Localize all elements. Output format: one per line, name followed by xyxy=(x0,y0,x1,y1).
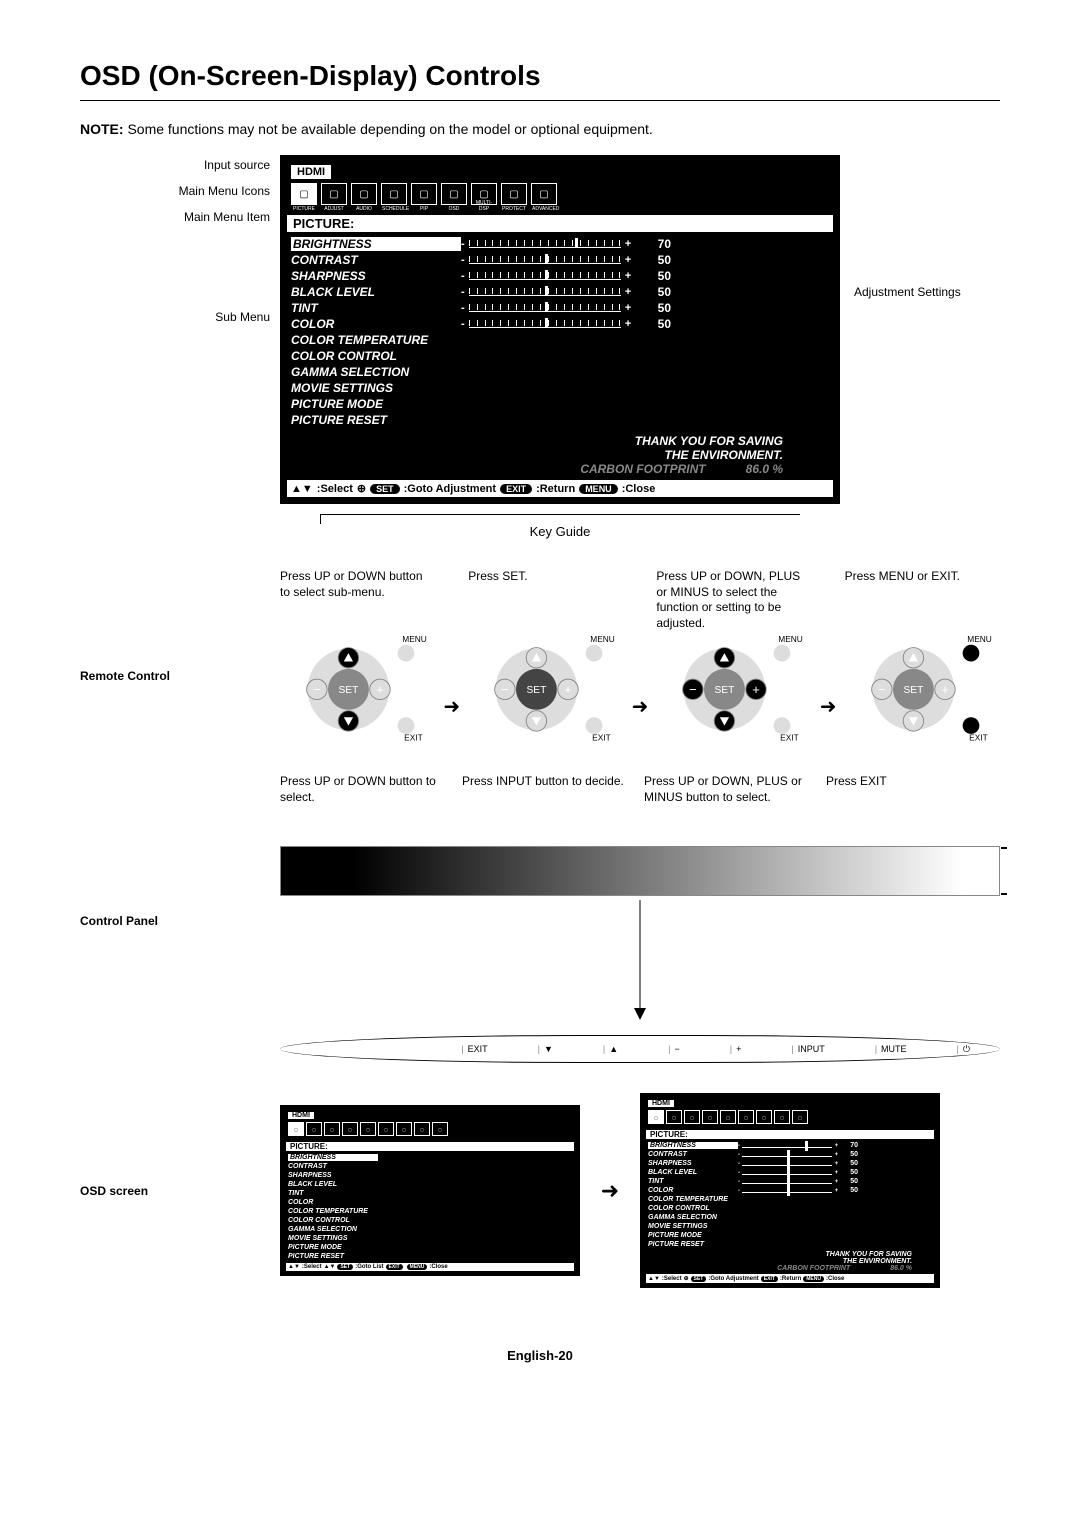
cp-gradient xyxy=(280,846,1000,896)
remote-step-3: Press UP or DOWN, PLUS or MINUS to selec… xyxy=(656,569,811,764)
osd-mini-right: HDMI▢▢▢▢▢▢▢▢▢PICTURE:BRIGHTNESS-+70CONTR… xyxy=(640,1093,940,1288)
svg-text:+: + xyxy=(376,682,384,697)
osd-mini-left: HDMI▢▢▢▢▢▢▢▢▢PICTURE:BRIGHTNESSCONTRASTS… xyxy=(280,1105,580,1276)
osd-menu-title: PICTURE: xyxy=(287,215,833,232)
osd-item-color: COLOR-+50 xyxy=(291,316,829,332)
remote-label: Remote Control xyxy=(80,569,280,683)
plusminus-icon: ⊕ xyxy=(357,482,366,495)
page-title: OSD (On-Screen-Display) Controls xyxy=(80,60,1000,92)
osd-item-color-temperature: COLOR TEMPERATURE xyxy=(291,332,829,348)
set-label: SET xyxy=(715,685,735,696)
page-number: English-20 xyxy=(80,1348,1000,1363)
svg-text:MENU: MENU xyxy=(590,634,615,644)
label-sub-menu: Sub Menu xyxy=(120,311,270,323)
osd-keyguide: ▲▼:Select ⊕SET:Goto Adjustment EXIT:Retu… xyxy=(287,480,833,497)
svg-text:EXIT: EXIT xyxy=(592,732,611,742)
arrow-icon: ➜ xyxy=(820,614,837,719)
set-label: SET xyxy=(339,685,359,696)
svg-text:MENU: MENU xyxy=(779,634,804,644)
osd-icon-schedule: ▢SCHEDULE xyxy=(381,183,407,205)
remote-step-1: Press UP or DOWN button to select sub-me… xyxy=(280,569,435,764)
osd-screen-main: HDMI ▢PICTURE▢ADJUST▢AUDIO▢SCHEDULE▢PIP▢… xyxy=(280,155,840,504)
osd-item-movie-settings: MOVIE SETTINGS xyxy=(291,380,829,396)
control-panel-row: Control Panel Press UP or DOWN button to… xyxy=(80,774,1000,1063)
cp-btn-+: + xyxy=(730,1044,742,1054)
remote-step-2: Press SET. MENU EXIT SET − + xyxy=(468,569,623,764)
cp-btn-exit: EXIT xyxy=(461,1044,487,1054)
osd-item-picture-reset: PICTURE RESET xyxy=(291,412,829,428)
svg-text:−: − xyxy=(313,682,321,697)
osd-icon-audio: ▢AUDIO xyxy=(351,183,377,205)
cp-panel-strip: EXIT ▼ ▲ − + INPUT MUTE ⏻ xyxy=(280,1035,1000,1063)
arrow-icon: ➜ xyxy=(580,1178,640,1204)
pill-exit: EXIT xyxy=(500,484,532,494)
osd-icon-row: ▢PICTURE▢ADJUST▢AUDIO▢SCHEDULE▢PIP▢OSD▢M… xyxy=(291,183,829,205)
osd-item-sharpness: SHARPNESS-+50 xyxy=(291,268,829,284)
osd-icon-protect: ▢PROTECT xyxy=(501,183,527,205)
svg-text:MENU: MENU xyxy=(967,634,992,644)
cp-btn-⏻: ⏻ xyxy=(957,1044,970,1055)
set-label: SET xyxy=(903,685,923,696)
svg-text:+: + xyxy=(941,682,949,697)
osd-submenu-list: BRIGHTNESS-+70CONTRAST-+50SHARPNESS-+50B… xyxy=(291,236,829,428)
arrow-icon: ➜ xyxy=(443,614,460,719)
svg-text:EXIT: EXIT xyxy=(781,732,800,742)
osd-mini-row: OSD screen HDMI▢▢▢▢▢▢▢▢▢PICTURE:BRIGHTNE… xyxy=(80,1093,1000,1288)
label-main-icons: Main Menu Icons xyxy=(120,185,270,197)
svg-text:−: − xyxy=(878,682,886,697)
main-osd-diagram: Input source Main Menu Icons Main Menu I… xyxy=(120,155,1000,504)
label-input-source: Input source xyxy=(120,159,270,171)
osd-icon-osd: ▢OSD xyxy=(441,183,467,205)
updown-icon: ▲▼ xyxy=(291,483,313,495)
svg-text:+: + xyxy=(753,682,761,697)
osd-icon-advanced: ▢ADVANCED xyxy=(531,183,557,205)
svg-text:+: + xyxy=(564,682,572,697)
cp-arrow-down xyxy=(280,900,1000,1025)
svg-text:−: − xyxy=(689,682,697,697)
remote-control-row: Remote Control Press UP or DOWN button t… xyxy=(80,569,1000,764)
osd-input-source: HDMI xyxy=(291,165,331,179)
remote-steps: Press UP or DOWN button to select sub-me… xyxy=(280,569,1000,764)
pill-set: SET xyxy=(370,484,400,494)
osd-item-black-level: BLACK LEVEL-+50 xyxy=(291,284,829,300)
svg-text:MENU: MENU xyxy=(402,634,427,644)
control-panel-label: Control Panel xyxy=(80,774,280,1063)
osd-screen-label: OSD screen xyxy=(80,1184,280,1198)
osd-icon-pip: ▢PIP xyxy=(411,183,437,205)
osd-item-picture-mode: PICTURE MODE xyxy=(291,396,829,412)
osd-icon-adjust: ▢ADJUST xyxy=(321,183,347,205)
cp-step-3: Press UP or DOWN, PLUS or MINUS button t… xyxy=(644,774,818,834)
cp-step-4: Press EXIT xyxy=(826,774,1000,834)
osd-environment-msg: THANK YOU FOR SAVING THE ENVIRONMENT. CA… xyxy=(291,434,829,476)
label-adj-settings: Adjustment Settings xyxy=(854,285,990,299)
cp-btn-▼: ▼ xyxy=(538,1044,553,1054)
pill-menu: MENU xyxy=(579,484,618,494)
cp-step-1: Press UP or DOWN button to select. xyxy=(280,774,454,834)
cp-btn-▲: ▲ xyxy=(603,1044,618,1054)
keyguide-label: Key Guide xyxy=(280,524,840,539)
svg-text:−: − xyxy=(501,682,509,697)
svg-text:EXIT: EXIT xyxy=(969,732,988,742)
cp-btn-−: − xyxy=(668,1044,680,1054)
osd-item-contrast: CONTRAST-+50 xyxy=(291,252,829,268)
heading-rule xyxy=(80,100,1000,101)
osd-item-color-control: COLOR CONTROL xyxy=(291,348,829,364)
cp-captions: Press UP or DOWN button to select.Press … xyxy=(280,774,1000,834)
note-text: NOTE: Some functions may not be availabl… xyxy=(80,121,1000,137)
label-main-item: Main Menu Item xyxy=(120,211,270,223)
osd-right-labels: Adjustment Settings xyxy=(840,155,990,299)
cp-btn-mute: MUTE xyxy=(875,1044,907,1054)
osd-icon-picture: ▢PICTURE xyxy=(291,183,317,205)
osd-item-tint: TINT-+50 xyxy=(291,300,829,316)
set-label: SET xyxy=(527,685,547,696)
arrow-icon: ➜ xyxy=(632,614,649,719)
osd-left-labels: Input source Main Menu Icons Main Menu I… xyxy=(120,155,280,337)
osd-item-brightness: BRIGHTNESS-+70 xyxy=(291,236,829,252)
remote-step-4: Press MENU or EXIT. MENU EXIT SET − + xyxy=(845,569,1000,764)
svg-text:EXIT: EXIT xyxy=(404,732,423,742)
cp-btn-input: INPUT xyxy=(791,1044,824,1054)
osd-icon-multi-dsp: ▢MULTI-DSP xyxy=(471,183,497,205)
cp-step-2: Press INPUT button to decide. xyxy=(462,774,636,834)
osd-item-gamma-selection: GAMMA SELECTION xyxy=(291,364,829,380)
